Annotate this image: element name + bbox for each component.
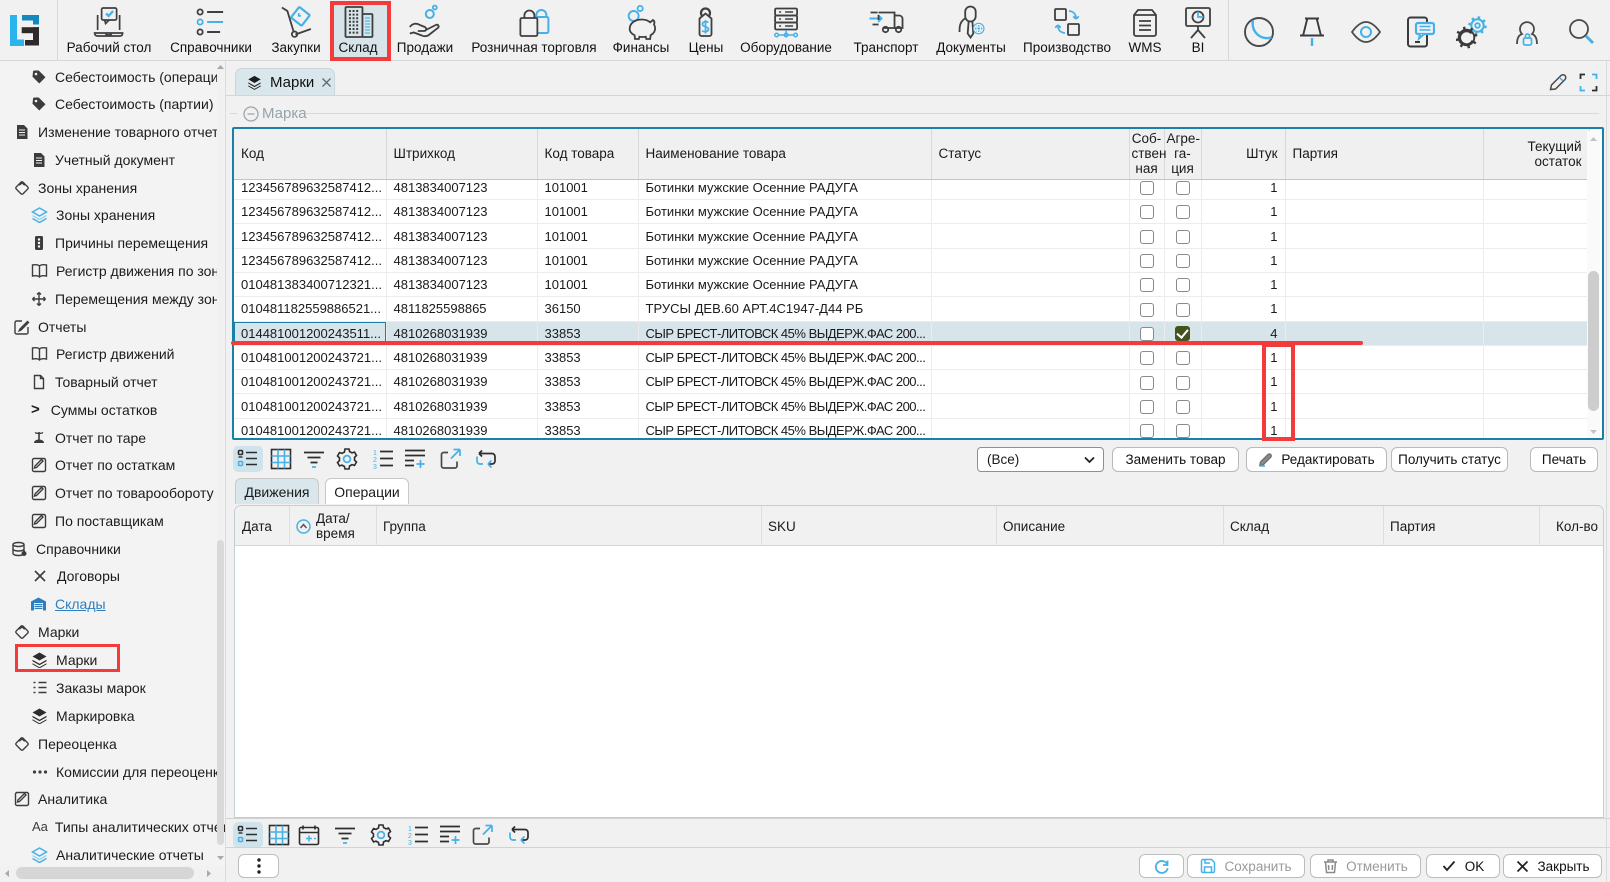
svg-text:2: 2 (373, 457, 377, 464)
svg-text:2: 2 (408, 833, 412, 840)
svg-text:3: 3 (408, 840, 412, 846)
svg-text:1: 1 (373, 450, 377, 457)
svg-text:1: 1 (408, 826, 412, 833)
svg-text:3: 3 (373, 464, 377, 470)
